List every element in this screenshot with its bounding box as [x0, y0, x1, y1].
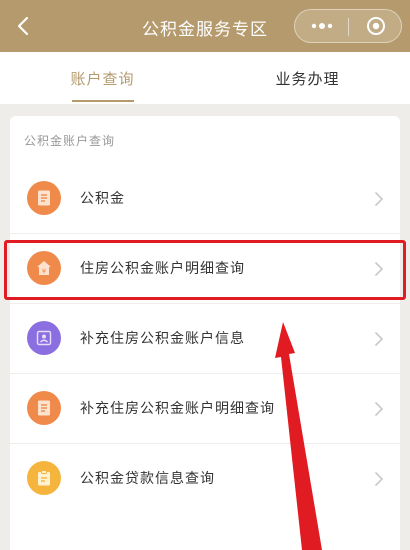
document-icon: [27, 181, 61, 215]
tab-account-query[interactable]: 账户查询: [0, 52, 205, 104]
tab-business-handling[interactable]: 业务办理: [205, 52, 410, 104]
active-tab-indicator: [72, 100, 134, 102]
list-item-label: 补充住房公积金账户信息: [80, 331, 245, 347]
list-item-label: 补充住房公积金账户明细查询: [80, 401, 275, 417]
target-close-icon: [366, 17, 385, 35]
list-item-label: 公积金贷款信息查询: [80, 471, 215, 487]
list-item-loan-info[interactable]: 公积金贷款信息查询: [10, 444, 400, 514]
clipboard-icon: [27, 461, 61, 495]
more-dots-icon: [311, 23, 332, 29]
chevron-right-icon: [375, 402, 383, 416]
list-item-supplementary-fund-detail[interactable]: 补充住房公积金账户明细查询: [10, 374, 400, 444]
tab-bar: 账户查询 业务办理: [0, 52, 410, 104]
close-button[interactable]: [349, 10, 402, 42]
list-item-supplementary-fund-info[interactable]: 补充住房公积金账户信息: [10, 304, 400, 374]
chevron-right-icon: [375, 332, 383, 346]
highlight-annotation-box: [4, 240, 406, 300]
more-button[interactable]: [295, 10, 348, 42]
chevron-right-icon: [375, 472, 383, 486]
app-header: 公积金服务专区: [0, 0, 410, 52]
list-item-provident-fund[interactable]: 公积金: [10, 164, 400, 234]
section-title: 公积金账户查询: [24, 134, 116, 148]
document-icon: [27, 391, 61, 425]
chevron-right-icon: [375, 192, 383, 206]
account-query-card: 公积金账户查询 公积金 ¥ 住房公积金账户明细查询 补充住房公积金账户信息 补充…: [10, 116, 400, 550]
list-item-label: 公积金: [80, 191, 125, 207]
mini-program-capsule: [294, 9, 402, 43]
account-info-icon: [27, 321, 61, 355]
